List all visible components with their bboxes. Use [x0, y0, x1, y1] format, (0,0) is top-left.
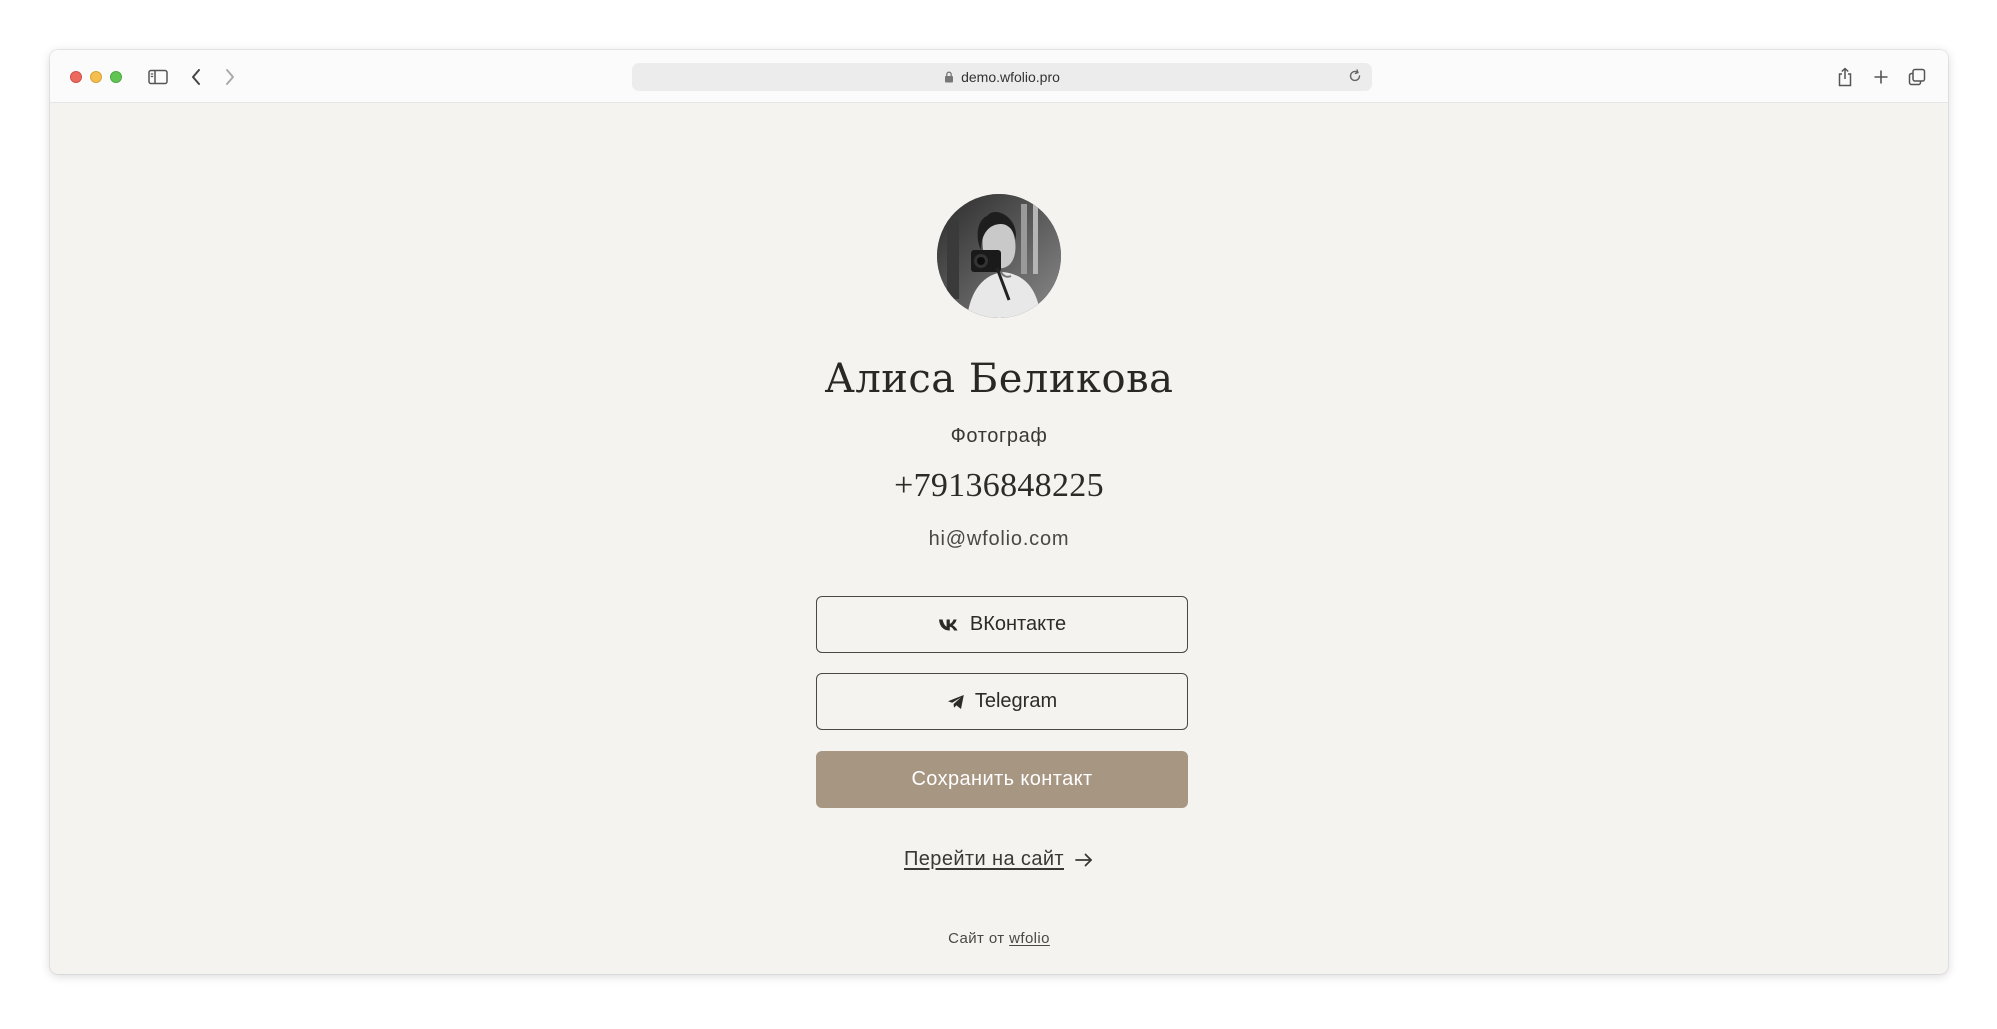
telegram-icon: [947, 694, 965, 710]
page-content: Алиса Беликова Фотограф +79136848225 hi@…: [50, 103, 1948, 974]
profile-role: Фотограф: [950, 425, 1048, 447]
url-text: demo.wfolio.pro: [961, 69, 1060, 85]
lock-icon: [944, 71, 954, 83]
plus-icon[interactable]: [1871, 65, 1891, 89]
zoom-window-button[interactable]: [110, 71, 122, 83]
avatar: [937, 194, 1061, 318]
avatar-photo: [937, 194, 1061, 318]
footer-prefix: Сайт от: [948, 930, 1005, 947]
telegram-button[interactable]: Telegram: [816, 673, 1188, 730]
close-window-button[interactable]: [70, 71, 82, 83]
profile-phone-link[interactable]: +79136848225: [50, 467, 1948, 505]
vk-button[interactable]: ВКонтакте: [816, 596, 1188, 653]
browser-window: demo.wfolio.pro Алиса Беликова Фотограф …: [50, 50, 1948, 974]
chevron-left-icon[interactable]: [188, 65, 204, 89]
minimize-window-button[interactable]: [90, 71, 102, 83]
vk-icon: [938, 618, 960, 632]
go-to-site-link[interactable]: Перейти на сайт: [50, 848, 1948, 871]
footer-brand-link[interactable]: wfolio: [1009, 930, 1050, 947]
profile-name: Алиса Беликова: [824, 356, 1174, 402]
share-icon[interactable]: [1835, 65, 1855, 89]
arrow-right-icon: [1074, 852, 1094, 868]
go-to-site-label: Перейти на сайт: [904, 848, 1064, 870]
footer-credit: Сайт от wfolio: [50, 930, 1948, 947]
sidebar-icon[interactable]: [147, 65, 169, 89]
vk-button-label: ВКонтакте: [969, 613, 1067, 635]
tabs-overview-icon[interactable]: [1906, 65, 1928, 89]
address-bar[interactable]: demo.wfolio.pro: [632, 63, 1372, 91]
profile-email-link[interactable]: hi@wfolio.com: [50, 528, 1948, 551]
reload-icon[interactable]: [1348, 69, 1362, 86]
telegram-button-label: Telegram: [974, 690, 1058, 712]
chevron-right-icon[interactable]: [222, 65, 238, 89]
save-contact-button[interactable]: Сохранить контакт: [816, 751, 1188, 808]
browser-toolbar: demo.wfolio.pro: [50, 50, 1948, 103]
